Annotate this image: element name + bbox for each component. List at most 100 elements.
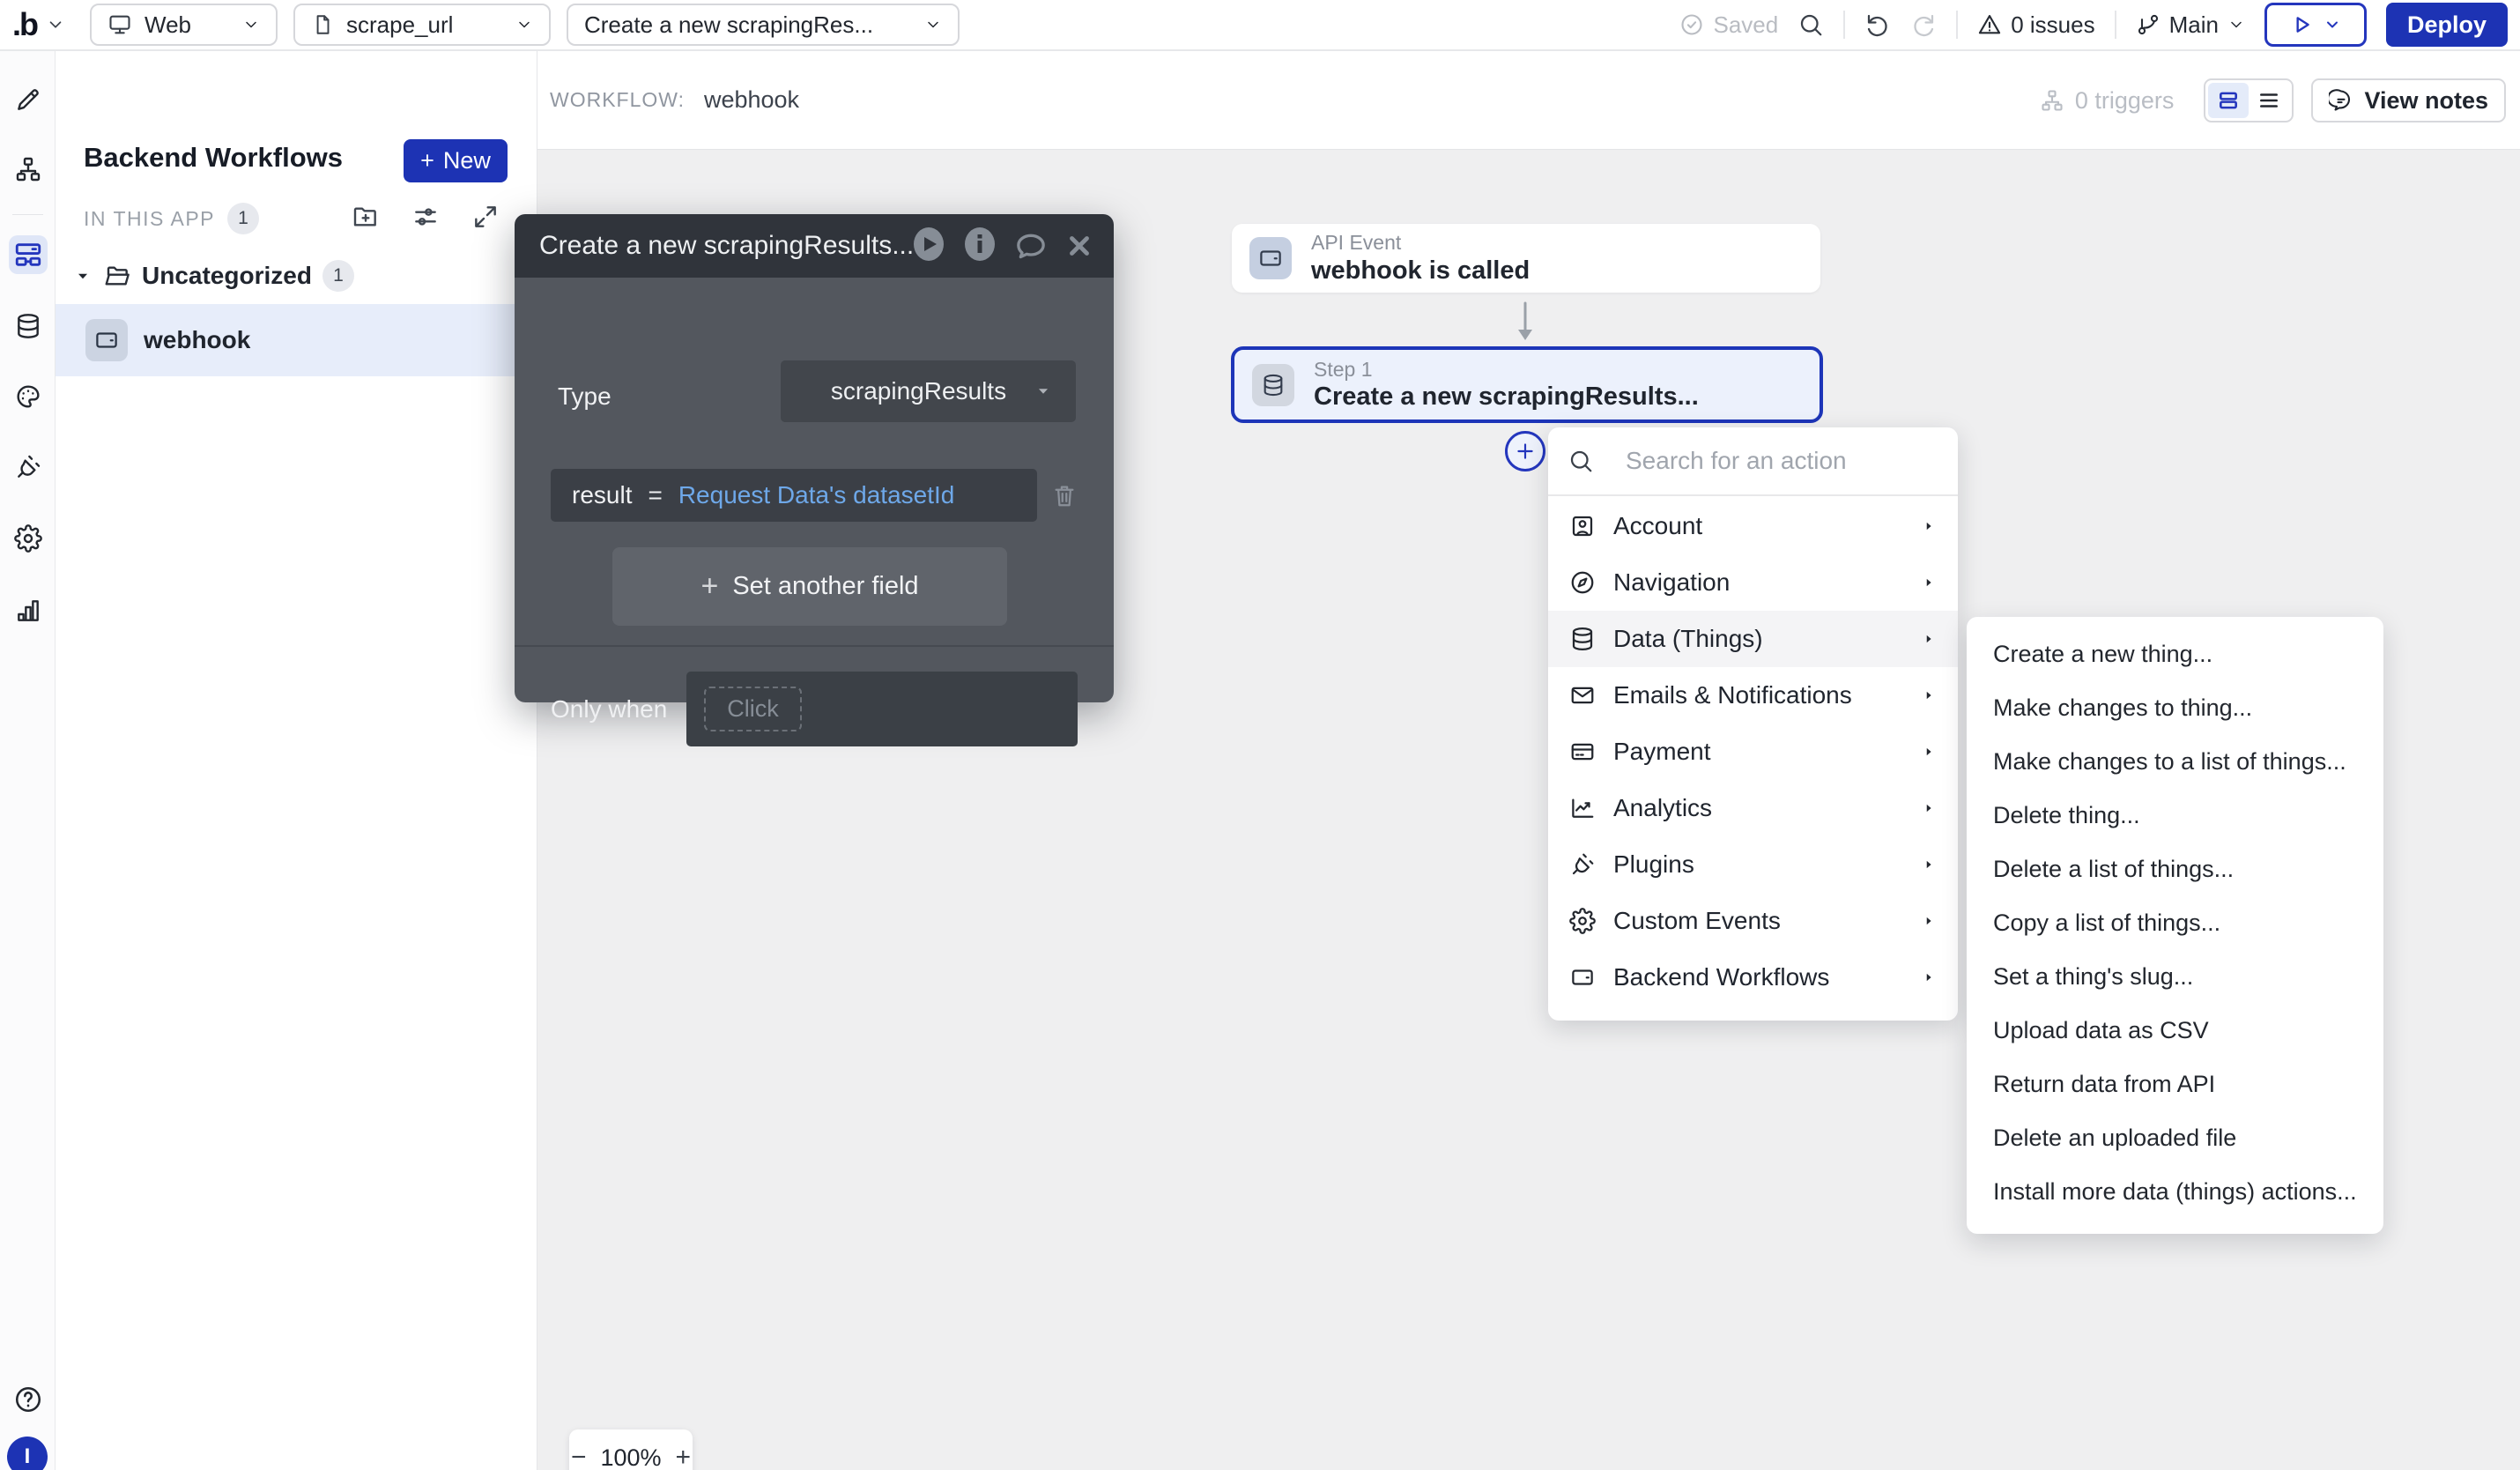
submenu-item-delete-file[interactable]: Delete an uploaded file <box>1967 1111 2383 1165</box>
design-pencil-icon[interactable] <box>9 80 48 119</box>
api-event-card-icon <box>1249 237 1292 279</box>
database-icon[interactable] <box>9 307 48 345</box>
menu-item-backend-workflows[interactable]: Backend Workflows <box>1548 949 1958 1006</box>
condition-input[interactable]: Click <box>686 672 1078 746</box>
field-operator: = <box>648 481 662 509</box>
palette-icon[interactable] <box>9 377 48 416</box>
submenu-item-make-changes-list[interactable]: Make changes to a list of things... <box>1967 735 2383 789</box>
workflow-card-icon <box>85 319 128 361</box>
redo-icon[interactable] <box>1910 11 1937 38</box>
triggers-indicator: 0 triggers <box>2040 87 2175 115</box>
action-search-input[interactable] <box>1626 447 1944 475</box>
add-folder-icon[interactable] <box>352 203 380 231</box>
expand-icon[interactable] <box>471 203 500 231</box>
chevron-down-icon <box>46 15 65 34</box>
saved-status: Saved <box>1679 11 1778 39</box>
caret-down-icon[interactable] <box>73 266 93 286</box>
database-icon <box>1252 364 1294 406</box>
action-dialog: Create a new scrapingResults... Type scr… <box>515 214 1114 702</box>
logs-chart-icon[interactable] <box>9 591 48 630</box>
close-icon[interactable] <box>1064 231 1094 261</box>
field-assignment-row: result = Request Data's datasetId <box>551 469 1078 522</box>
menu-item-data-things[interactable]: Data (Things) <box>1548 611 1958 667</box>
info-icon[interactable] <box>962 226 997 266</box>
logo-menu[interactable]: .b <box>12 9 65 41</box>
submenu-item-delete-thing[interactable]: Delete thing... <box>1967 789 2383 843</box>
help-icon[interactable] <box>9 1380 48 1419</box>
dialog-header[interactable]: Create a new scrapingResults... <box>515 214 1114 278</box>
submenu-item-make-changes[interactable]: Make changes to thing... <box>1967 681 2383 735</box>
submenu-item-create-thing[interactable]: Create a new thing... <box>1967 627 2383 681</box>
run-play-icon[interactable] <box>911 226 946 266</box>
page-dropdown[interactable]: scrape_url <box>293 4 551 46</box>
gear-icon[interactable] <box>9 519 48 558</box>
submenu-item-return-api[interactable]: Return data from API <box>1967 1058 2383 1111</box>
filter-sliders-icon[interactable] <box>411 203 440 231</box>
menu-item-emails[interactable]: Emails & Notifications <box>1548 667 1958 724</box>
trash-icon[interactable] <box>1051 482 1078 509</box>
menu-item-payment[interactable]: Payment <box>1548 724 1958 780</box>
chevron-down-icon <box>2324 16 2341 33</box>
workflow-dropdown[interactable]: Create a new scrapingRes... <box>567 4 960 46</box>
plug-icon[interactable] <box>9 448 48 486</box>
condition-placeholder[interactable]: Click <box>704 687 802 731</box>
list-view-button[interactable] <box>2249 83 2289 118</box>
git-branch-icon <box>2136 12 2161 37</box>
branch-selector[interactable]: Main <box>2136 11 2245 39</box>
bubble-editor: .b Web scrape_url Create a new scrapingR… <box>0 0 2520 1470</box>
menu-item-analytics[interactable]: Analytics <box>1548 780 1958 836</box>
menu-item-custom-events[interactable]: Custom Events <box>1548 893 1958 949</box>
submenu-item-set-slug[interactable]: Set a thing's slug... <box>1967 950 2383 1004</box>
deploy-button[interactable]: Deploy <box>2386 3 2508 47</box>
set-another-field-button[interactable]: + Set another field <box>612 547 1007 626</box>
new-workflow-button[interactable]: + New <box>404 139 508 182</box>
window-card-icon <box>1569 964 1596 991</box>
step-1-node[interactable]: Step 1 Create a new scrapingResults... <box>1231 346 1823 423</box>
zoom-out-button[interactable]: − <box>571 1443 587 1470</box>
workflow-dropdown-label: Create a new scrapingRes... <box>584 11 873 39</box>
view-notes-button[interactable]: View notes <box>2311 78 2506 122</box>
menu-item-plugins[interactable]: Plugins <box>1548 836 1958 893</box>
backend-workflows-tab-icon[interactable] <box>9 235 48 274</box>
menu-item-navigation[interactable]: Navigation <box>1548 554 1958 611</box>
submenu-item-delete-list[interactable]: Delete a list of things... <box>1967 843 2383 896</box>
caret-right-icon <box>1921 969 1937 985</box>
plus-icon: + <box>700 569 718 604</box>
issues-indicator[interactable]: 0 issues <box>1977 11 2094 39</box>
card-view-button[interactable] <box>2208 83 2249 118</box>
field-value-expression[interactable]: Request Data's datasetId <box>678 481 955 509</box>
zoom-in-button[interactable]: + <box>676 1443 692 1470</box>
comment-icon[interactable] <box>1013 228 1049 264</box>
only-when-label: Only when <box>551 695 667 724</box>
preview-button[interactable] <box>2264 3 2367 47</box>
action-search-popup: Account Navigation Data (Things) <box>1548 427 1958 1021</box>
monitor-icon <box>107 12 132 37</box>
user-avatar[interactable]: I <box>7 1437 48 1470</box>
menu-item-account[interactable]: Account <box>1548 498 1958 554</box>
add-action-button[interactable] <box>1505 431 1545 471</box>
submenu-item-upload-csv[interactable]: Upload data as CSV <box>1967 1004 2383 1058</box>
type-dropdown[interactable]: scrapingResults <box>781 360 1076 422</box>
sitemap-icon[interactable] <box>9 150 48 189</box>
field-expression[interactable]: result = Request Data's datasetId <box>551 469 1037 522</box>
folder-row-uncategorized[interactable]: Uncategorized 1 <box>56 256 537 296</box>
bubble-logo: .b <box>12 9 37 41</box>
undo-icon[interactable] <box>1864 11 1891 38</box>
dialog-body: Type scrapingResults result = Request Da… <box>515 278 1114 702</box>
search-icon[interactable] <box>1797 11 1824 38</box>
envelope-icon <box>1569 682 1596 709</box>
panel-title: Backend Workflows <box>84 142 343 174</box>
api-event-node[interactable]: API Event webhook is called <box>1232 224 1820 293</box>
submenu-item-install-more[interactable]: Install more data (things) actions... <box>1967 1165 2383 1219</box>
workflow-header: WORKFLOW: webhook 0 triggers <box>537 51 2520 150</box>
divider <box>12 214 43 215</box>
backend-workflows-panel: Backend Workflows + New IN THIS APP 1 Un… <box>56 51 537 1470</box>
workflow-name[interactable]: webhook <box>704 86 799 114</box>
note-bubble-icon <box>2329 88 2353 113</box>
platform-dropdown[interactable]: Web <box>90 4 278 46</box>
section-header: IN THIS APP 1 <box>84 203 259 234</box>
divider <box>1843 11 1845 39</box>
action-search-row[interactable] <box>1548 427 1958 496</box>
submenu-item-copy-list[interactable]: Copy a list of things... <box>1967 896 2383 950</box>
workflow-list-item[interactable]: webhook <box>56 304 537 376</box>
